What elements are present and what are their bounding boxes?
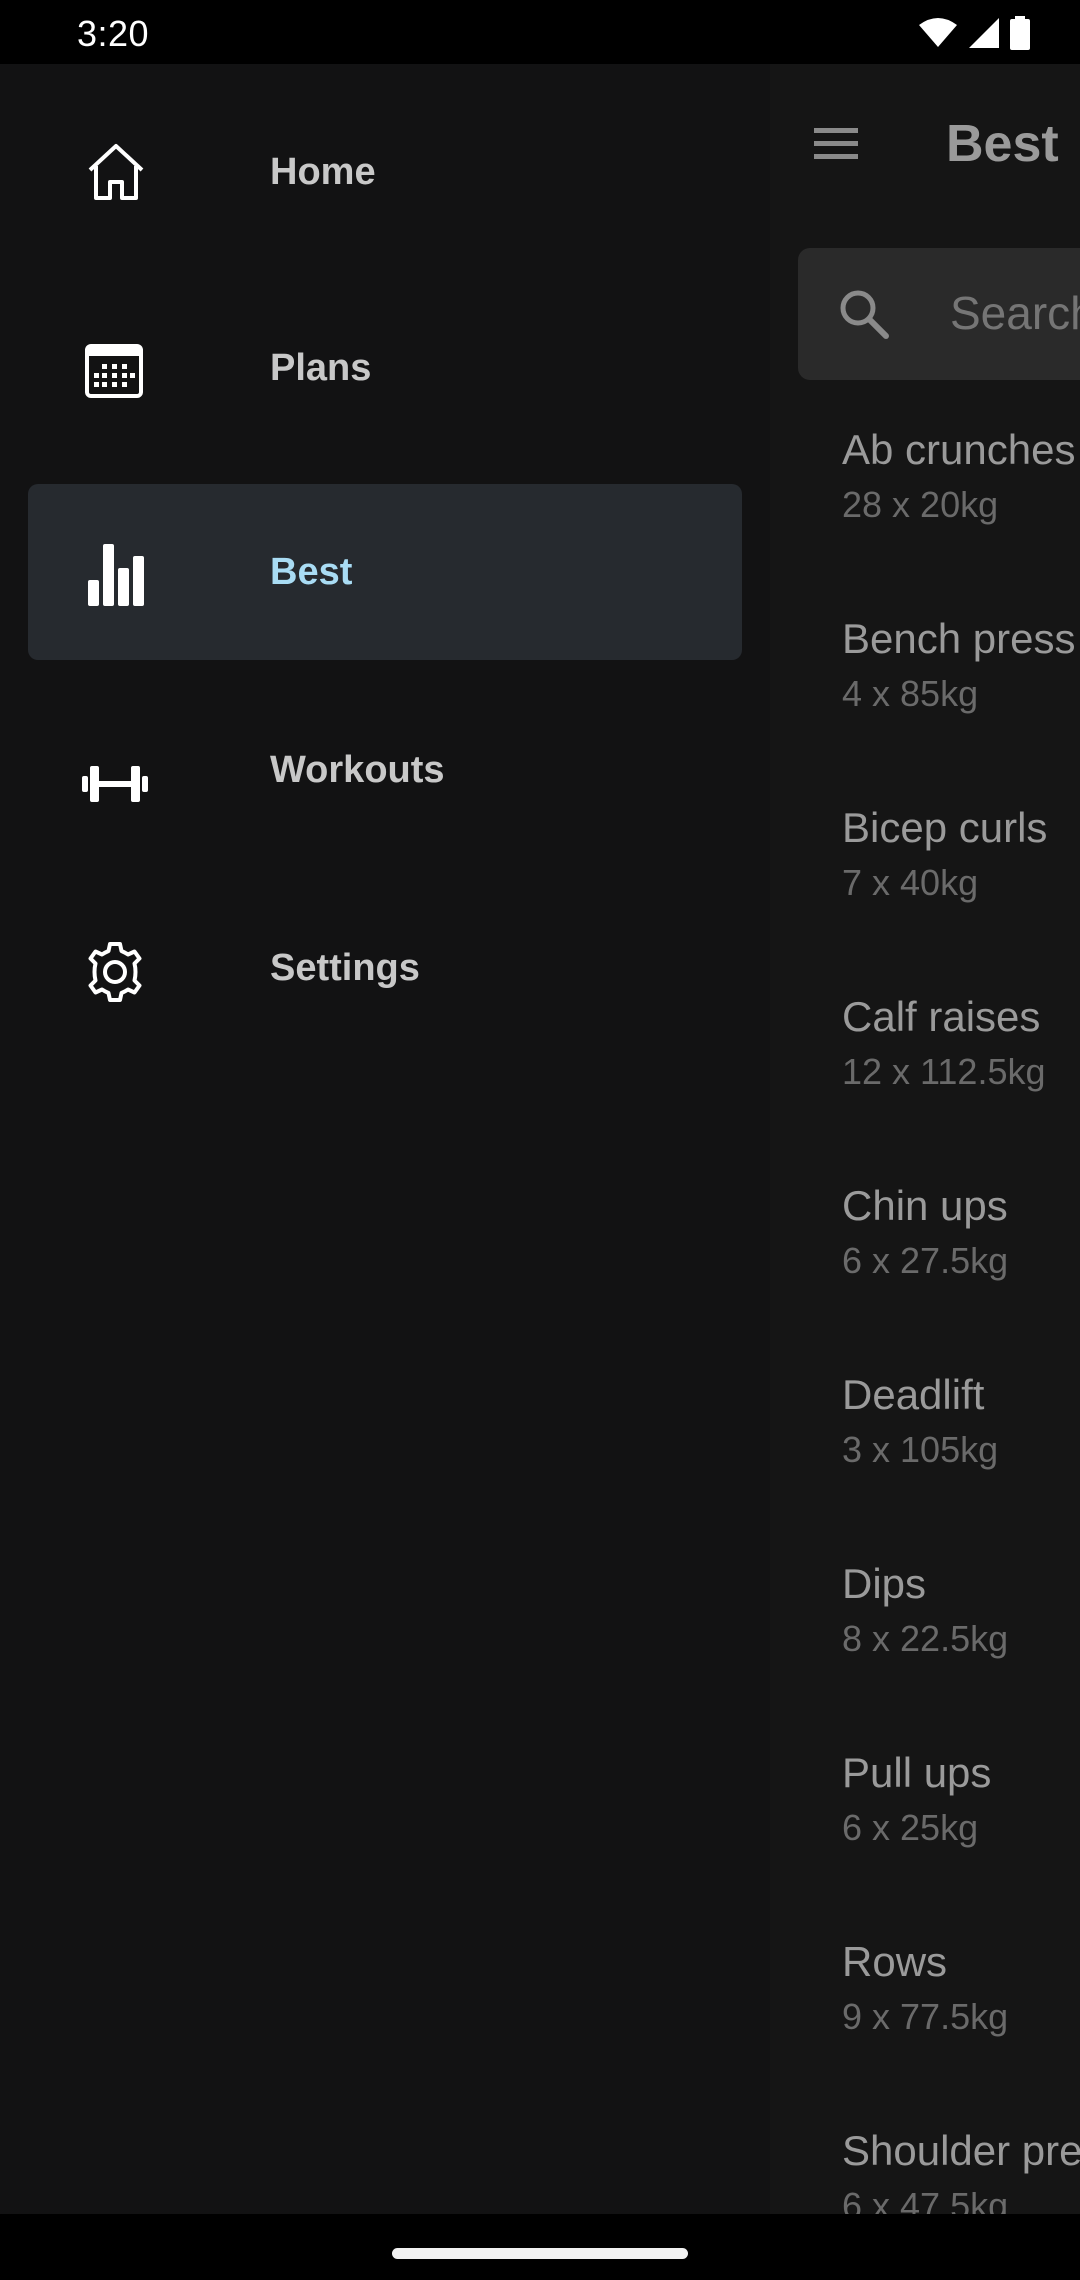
exercise-list-item[interactable]: Shoulder press 6 x 47.5kg: [842, 2125, 1080, 2214]
page-title: Best: [946, 115, 1059, 173]
nav-label-settings: Settings: [270, 946, 420, 989]
hamburger-menu-icon[interactable]: [812, 124, 862, 164]
home-gesture-handle[interactable]: [392, 2248, 688, 2259]
status-icons: [918, 16, 1030, 50]
exercise-list-item[interactable]: Pull ups 6 x 25kg: [842, 1747, 1080, 1907]
nav-label-plans: Plans: [270, 346, 372, 389]
system-navigation-bar: [0, 2214, 1080, 2280]
exercise-best: 28 x 20kg: [842, 484, 999, 525]
nav-item-settings[interactable]: Settings: [28, 880, 742, 1056]
nav-label-best: Best: [270, 550, 353, 593]
exercise-best: 6 x 27.5kg: [842, 1240, 1009, 1281]
status-time: 3:20: [77, 13, 150, 54]
search-input[interactable]: [950, 282, 1080, 344]
exercise-name: Pull ups: [842, 1749, 992, 1796]
exercise-list-item[interactable]: Ab crunches 28 x 20kg: [842, 424, 1080, 584]
exercise-list-item[interactable]: Chin ups 6 x 27.5kg: [842, 1180, 1080, 1340]
gear-icon: [88, 942, 142, 1002]
nav-item-best[interactable]: Best: [28, 484, 742, 660]
exercise-list-item[interactable]: Bicep curls 7 x 40kg: [842, 802, 1080, 962]
calendar-icon: [85, 344, 143, 398]
battery-icon: [1010, 16, 1030, 50]
exercise-name: Calf raises: [842, 993, 1041, 1040]
exercise-best: 9 x 77.5kg: [842, 1996, 1009, 2037]
search-icon: [840, 290, 889, 339]
home-icon: [88, 144, 144, 200]
exercise-name: Deadlift: [842, 1371, 985, 1418]
exercise-name: Shoulder press: [842, 2127, 1080, 2174]
exercise-list-item[interactable]: Rows 9 x 77.5kg: [842, 1936, 1080, 2096]
cellular-signal-icon: [969, 18, 999, 48]
exercise-list-item[interactable]: Deadlift 3 x 105kg: [842, 1369, 1080, 1529]
navigation-drawer: Home Plans Best Workouts Settings: [0, 64, 770, 2214]
nav-label-workouts: Workouts: [270, 748, 445, 791]
exercise-name: Chin ups: [842, 1182, 1008, 1229]
exercise-name: Bicep curls: [842, 804, 1048, 851]
exercise-name: Dips: [842, 1560, 927, 1607]
exercise-name: Ab crunches: [842, 426, 1076, 473]
search-bar[interactable]: [798, 248, 1080, 380]
bar-chart-icon: [88, 544, 144, 606]
nav-item-plans[interactable]: Plans: [28, 280, 742, 456]
exercise-best: 12 x 112.5kg: [842, 1051, 1046, 1092]
wifi-icon: [919, 18, 957, 47]
dumbbell-icon: [82, 766, 148, 802]
nav-label-home: Home: [270, 150, 376, 193]
exercise-name: Bench press: [842, 615, 1076, 662]
exercise-best: 3 x 105kg: [842, 1429, 999, 1470]
exercise-list-item[interactable]: Bench press 4 x 85kg: [842, 613, 1080, 773]
nav-item-workouts[interactable]: Workouts: [28, 682, 742, 858]
exercise-best: 8 x 22.5kg: [842, 1618, 1009, 1659]
exercise-best: 7 x 40kg: [842, 862, 979, 903]
nav-item-home[interactable]: Home: [28, 84, 742, 260]
exercise-best: 4 x 85kg: [842, 673, 979, 714]
status-bar: 3:20: [0, 0, 1080, 64]
exercise-best: 6 x 25kg: [842, 1807, 979, 1848]
exercise-best: 6 x 47.5kg: [842, 2185, 1009, 2214]
exercise-list-item[interactable]: Dips 8 x 22.5kg: [842, 1558, 1080, 1718]
exercise-name: Rows: [842, 1938, 948, 1985]
exercise-list-item[interactable]: Calf raises 12 x 112.5kg: [842, 991, 1080, 1151]
